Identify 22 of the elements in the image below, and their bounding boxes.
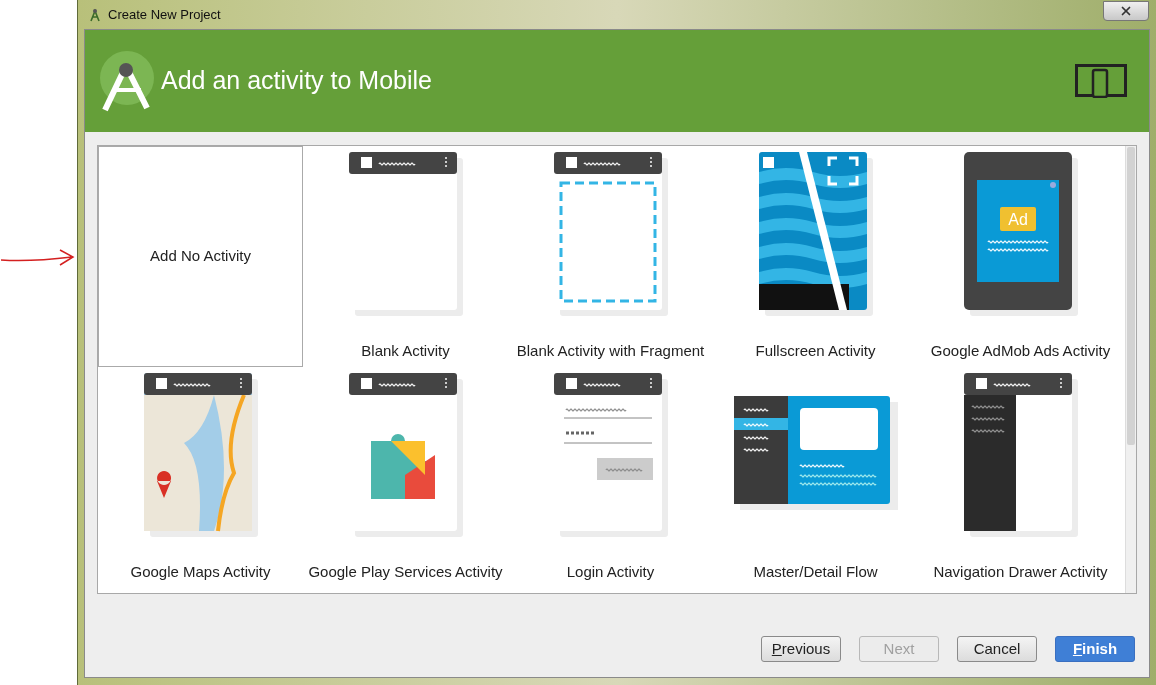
activity-tile[interactable]: Navigation Drawer Activity: [918, 367, 1123, 588]
activity-tile[interactable]: Master/Detail Flow: [713, 367, 918, 588]
activity-tile[interactable]: Ad Google AdMob Ads Activity: [918, 146, 1123, 367]
activity-tile[interactable]: Blank Activity with Fragment: [508, 146, 713, 367]
activity-tile[interactable]: Fullscreen Activity: [713, 146, 918, 367]
ad-label: Ad: [1007, 211, 1028, 228]
header-title: Add an activity to Mobile: [161, 65, 432, 97]
scrollbar[interactable]: [1125, 146, 1136, 593]
app-logo-icon: [88, 7, 102, 22]
activity-tile[interactable]: Google Play Services Activity: [303, 367, 508, 588]
dialog-button[interactable]: Finish: [1055, 636, 1135, 662]
activity-tile[interactable]: Login Activity: [508, 367, 713, 588]
activity-tile[interactable]: Blank Activity: [303, 146, 508, 367]
close-button[interactable]: [1103, 0, 1149, 21]
devices-icon: [1075, 64, 1127, 98]
scrollbar-thumb[interactable]: [1127, 147, 1135, 445]
activity-tile[interactable]: Add No Activity: [98, 146, 303, 367]
activity-tile[interactable]: Google Maps Activity: [98, 367, 303, 588]
android-studio-logo-icon: [99, 50, 157, 112]
dialog-button[interactable]: Cancel: [957, 636, 1037, 662]
window-title: Create New Project: [108, 5, 221, 24]
dialog-button[interactable]: Previous: [761, 636, 841, 662]
